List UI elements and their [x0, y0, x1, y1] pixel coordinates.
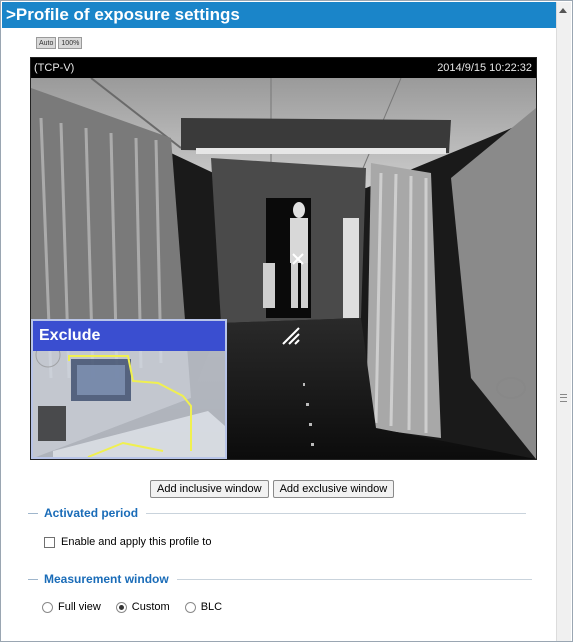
measurement-window-header: Measurement window — [28, 572, 532, 586]
radio-blc[interactable] — [184, 601, 196, 613]
zoom-auto-label: Auto — [39, 40, 54, 47]
radio-custom[interactable] — [115, 601, 127, 613]
camera-label: (TCP-V) — [34, 62, 75, 74]
zoom-controls: Auto 100% — [36, 37, 83, 49]
video-preview[interactable]: (TCP-V) 2014/9/15 10:22:32 Exclude — [30, 57, 537, 460]
exclude-window[interactable]: Exclude — [31, 319, 227, 459]
exclude-window-preview — [33, 351, 225, 457]
header-dash — [28, 578, 38, 580]
radio-custom-label: Custom — [131, 601, 170, 613]
header-rule — [146, 512, 527, 514]
page-title: >Profile of exposure settings — [2, 2, 558, 28]
exclude-window-label: Exclude — [33, 321, 225, 351]
radio-full-view[interactable] — [42, 601, 53, 613]
add-exclusive-window-button[interactable]: Add exclusive window — [272, 480, 395, 498]
zoom-100-label: 100% — [61, 40, 80, 47]
resize-handle-icon[interactable] — [281, 326, 301, 346]
scroll-grip-icon[interactable] — [560, 394, 567, 402]
video-info-bar: (TCP-V) 2014/9/15 10:22:32 — [31, 58, 536, 78]
header-rule — [176, 578, 532, 580]
activated-period-title: Activated period — [44, 506, 139, 520]
video-timestamp: 2014/9/15 10:22:32 — [437, 62, 532, 74]
enable-profile-checkbox[interactable] — [44, 536, 55, 548]
enable-profile-row: Enable and apply this profile to — [44, 536, 211, 548]
vertical-scrollbar[interactable] — [556, 2, 571, 641]
zoom-auto-button[interactable]: Auto — [36, 37, 57, 49]
add-inclusive-window-button[interactable]: Add inclusive window — [150, 480, 269, 498]
scroll-up-arrow-icon[interactable] — [559, 8, 567, 13]
measurement-options: Full view Custom BLC — [42, 601, 237, 613]
header-dash — [28, 512, 38, 514]
radio-blc-label: BLC — [200, 601, 223, 613]
enable-profile-label: Enable and apply this profile to — [61, 536, 212, 548]
zoom-100-button[interactable]: 100% — [58, 37, 83, 49]
activated-period-header: Activated period — [28, 506, 527, 520]
radio-full-view-label: Full view — [58, 601, 101, 613]
exposure-settings-window: >Profile of exposure settings Auto 100% … — [0, 0, 573, 642]
measurement-window-title: Measurement window — [44, 572, 169, 586]
window-button-group: Add inclusive window Add exclusive windo… — [150, 480, 395, 498]
